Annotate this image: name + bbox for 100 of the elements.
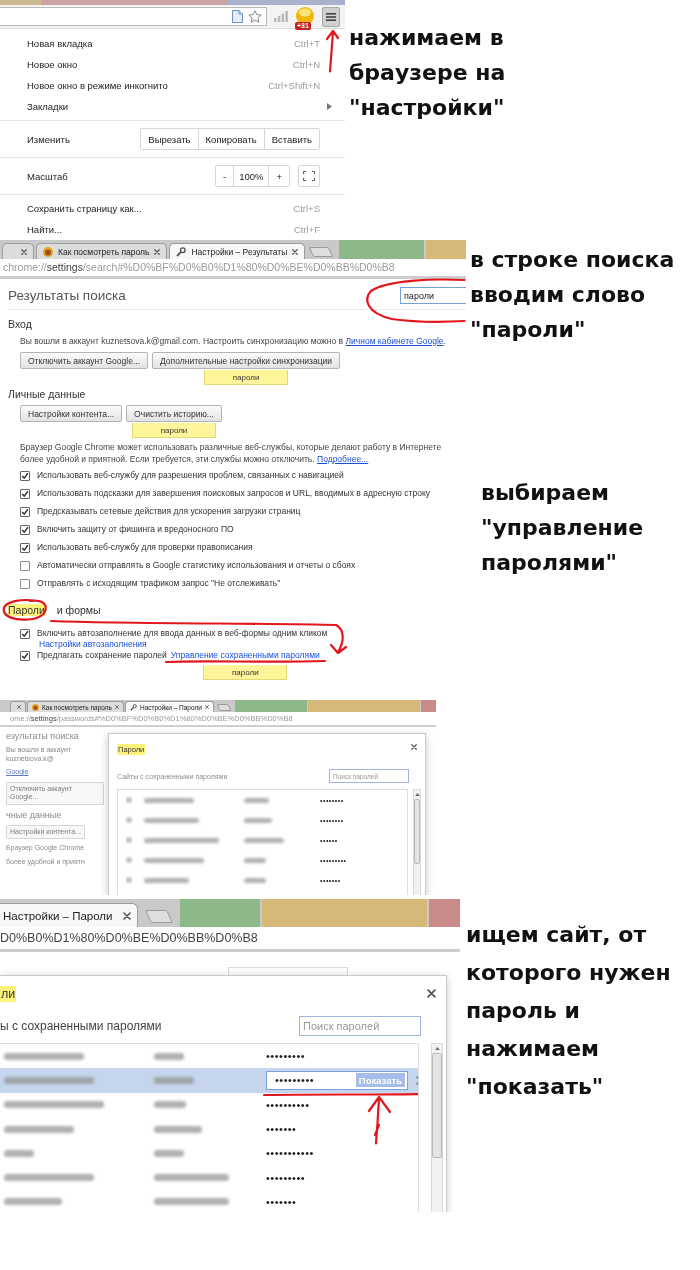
settings-button[interactable]: Дополнительные настройки синхронизации — [152, 352, 341, 369]
tab[interactable]: Настройки – Результаты — [169, 243, 306, 259]
blurred-login — [154, 1149, 184, 1157]
password-row[interactable]: ••••••••••• — [0, 1141, 418, 1166]
close-icon[interactable] — [427, 989, 436, 998]
page-icon[interactable] — [232, 10, 243, 23]
blurred-site — [4, 1125, 74, 1133]
blurred-login — [154, 1076, 194, 1084]
search-match-bubble: пароли — [132, 423, 216, 438]
address-field[interactable] — [0, 7, 267, 26]
check-mark-icon — [21, 630, 29, 638]
check-mark-icon — [21, 508, 29, 516]
checkbox-label: Автоматически отправлять в Google статистику использования и отчеты о сбоях — [37, 560, 356, 570]
blurred-site — [144, 797, 194, 803]
link[interactable]: Управление сохраненными паролями — [170, 650, 320, 660]
blurred-login — [154, 1101, 186, 1109]
edit-button[interactable]: Вставить — [263, 129, 319, 149]
background-heading: езультаты поиска — [6, 731, 79, 741]
star-icon[interactable] — [248, 10, 262, 23]
menu-button[interactable] — [322, 6, 340, 27]
password-dots: ••••••••• — [266, 1050, 307, 1063]
scrollbar-thumb[interactable] — [432, 1053, 442, 1158]
menu-label: Изменить — [27, 133, 70, 145]
checkbox-label: Использовать веб-службу для разрешения проблем, связанных с навигацией — [37, 470, 344, 480]
blurred-site — [144, 857, 204, 863]
password-dots: ••••••••• — [266, 1171, 307, 1184]
menu-label: Масштаб — [27, 170, 68, 182]
checkbox[interactable] — [20, 561, 30, 571]
background-heading: чные данные — [6, 809, 62, 820]
check-mark-icon — [21, 490, 29, 498]
blurred-icon — [126, 797, 132, 803]
blurred-site — [4, 1149, 34, 1157]
password-row[interactable]: ••••••••• — [0, 1044, 418, 1069]
menu-item[interactable]: Новое окно Ctrl+N — [27, 54, 320, 75]
close-icon[interactable] — [17, 705, 21, 709]
checkbox[interactable] — [20, 629, 30, 639]
settings-button[interactable]: Отключить аккаунт Google... — [20, 352, 148, 369]
scroll-up-icon[interactable] — [434, 1047, 440, 1050]
handwritten-caption: ищем сайт, от которого нужен пароль и нажимаем "показать" — [466, 921, 671, 1101]
check-mark-icon — [21, 652, 29, 660]
password-row[interactable]: ••••••• — [0, 1116, 418, 1142]
close-icon[interactable] — [292, 248, 299, 255]
ball-icon[interactable] — [296, 6, 314, 25]
link[interactable]: Личном кабинете Google — [345, 336, 444, 346]
password-dots: ••••••• — [266, 1123, 298, 1136]
blurred-icon — [126, 877, 132, 883]
link[interactable]: Настройки автозаполнения — [39, 638, 147, 650]
blurred-icon — [126, 837, 132, 843]
settings-button[interactable]: Настройки контента... — [20, 405, 123, 422]
blurred-site — [144, 817, 199, 823]
tab[interactable]: Настройки – Пароли — [0, 903, 138, 927]
settings-button[interactable]: Очистить историю... — [126, 405, 222, 422]
password-dots: ••••••• — [266, 1195, 298, 1208]
search-field[interactable]: пароли — [400, 287, 466, 304]
blurred-login — [154, 1125, 202, 1133]
blurred-login — [244, 857, 266, 863]
checkbox[interactable] — [20, 525, 30, 535]
submenu-arrow-icon — [327, 103, 332, 110]
close-icon[interactable] — [114, 705, 119, 709]
checkbox[interactable] — [20, 489, 30, 499]
tab[interactable]: Как посмотреть пароль — [36, 243, 168, 259]
check-mark-icon — [21, 544, 29, 552]
scrollbar-thumb[interactable] — [414, 799, 420, 865]
password-row[interactable]: ••••••••• — [0, 1165, 418, 1190]
password-row[interactable]: •••••••••• — [0, 1092, 418, 1117]
password-row[interactable]: ••••••• — [0, 1189, 418, 1212]
round-favicon-icon — [32, 703, 39, 711]
tab[interactable] — [10, 701, 26, 712]
round-favicon-icon — [43, 246, 53, 257]
blurred-login — [244, 837, 284, 843]
checkbox[interactable] — [20, 651, 30, 661]
handwritten-caption: нажимаем в браузере на "настройки" — [349, 24, 506, 122]
menu-item[interactable]: Найти... Ctrl+F — [27, 219, 320, 240]
close-icon[interactable] — [21, 248, 27, 255]
checkbox-label: Отправлять с исходящим трафиком запрос "Не отслеживать" — [37, 578, 281, 588]
close-icon[interactable] — [154, 248, 161, 255]
scrollbar[interactable] — [413, 789, 421, 895]
checkbox[interactable] — [20, 543, 30, 553]
menu-item[interactable]: Закладки — [27, 96, 332, 117]
menu-item[interactable]: Сохранить страницу как... Ctrl+S — [27, 198, 320, 219]
link[interactable]: Подробнее... — [317, 454, 369, 464]
checkbox[interactable] — [20, 471, 30, 481]
checkbox[interactable] — [20, 507, 30, 517]
close-icon[interactable] — [122, 911, 131, 920]
search-field[interactable]: Поиск паролей — [299, 1016, 421, 1036]
checkbox[interactable] — [20, 579, 30, 589]
blurred-login — [154, 1052, 184, 1060]
menu-item[interactable]: Новое окно в режиме инкогнито Ctrl+Shift+N — [27, 75, 320, 96]
menu-item[interactable]: Новая вкладка Ctrl+T — [27, 33, 320, 54]
scroll-up-icon[interactable] — [414, 793, 420, 796]
blurred-login — [244, 817, 272, 823]
password-field[interactable]: ••••••••• Показать — [266, 1070, 408, 1090]
wrench-icon — [176, 246, 187, 257]
fullscreen-button[interactable] — [298, 165, 320, 187]
close-icon[interactable] — [411, 744, 417, 750]
close-icon[interactable] — [204, 705, 209, 709]
scrollbar[interactable] — [431, 1043, 443, 1212]
section-heading: Личные данные — [8, 388, 86, 400]
check-mark-icon — [21, 526, 29, 534]
checkbox-label: Включить защиту от фишинга и вредоносного ПО — [37, 524, 234, 534]
